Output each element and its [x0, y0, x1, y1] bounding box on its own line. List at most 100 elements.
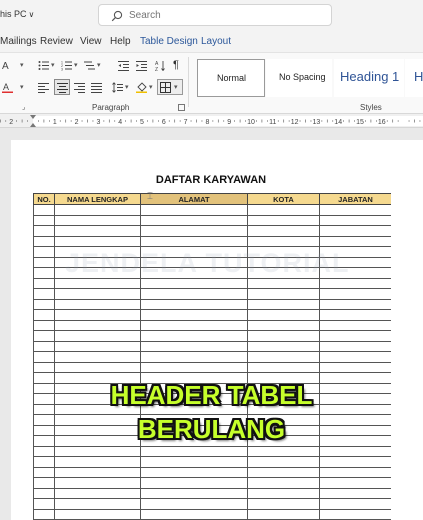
table-cell[interactable]	[319, 319, 391, 331]
table-cell[interactable]	[33, 235, 55, 247]
table-row[interactable]	[33, 225, 391, 237]
table-cell[interactable]	[319, 225, 391, 237]
tab-mailings[interactable]: Mailings	[0, 36, 37, 47]
table-cell[interactable]	[33, 498, 55, 510]
table-row[interactable]	[33, 361, 391, 373]
table-cell[interactable]	[33, 319, 55, 331]
table-cell[interactable]	[33, 277, 55, 289]
style-heading-1[interactable]: Heading 1	[334, 59, 404, 97]
table-cell[interactable]	[54, 204, 141, 216]
table-cell[interactable]	[319, 340, 391, 352]
table-cell[interactable]	[247, 298, 320, 310]
table-cell[interactable]	[247, 330, 320, 342]
table-row[interactable]	[33, 456, 391, 468]
table-cell[interactable]	[247, 361, 320, 373]
header-cell-alamat[interactable]: ALAMAT	[140, 193, 248, 205]
numbering-icon[interactable]: 1 2 3	[61, 60, 72, 71]
table-cell[interactable]	[247, 225, 320, 237]
table-cell[interactable]	[33, 456, 55, 468]
table-cell[interactable]	[247, 508, 320, 520]
table-cell[interactable]	[140, 330, 248, 342]
chevron-down-icon[interactable]: ▾	[51, 61, 55, 69]
table-cell[interactable]	[319, 277, 391, 289]
table-row[interactable]	[33, 309, 391, 321]
table-cell[interactable]	[140, 309, 248, 321]
style-normal[interactable]: Normal	[197, 59, 265, 97]
font-color-icon[interactable]: A	[2, 82, 13, 93]
table-cell[interactable]	[319, 204, 391, 216]
table-cell[interactable]	[247, 445, 320, 457]
table-cell[interactable]	[54, 288, 141, 300]
table-cell[interactable]	[140, 498, 248, 510]
table-cell[interactable]	[140, 487, 248, 499]
shading-icon[interactable]	[136, 82, 147, 93]
table-cell[interactable]	[33, 508, 55, 520]
table-row[interactable]	[33, 235, 391, 247]
table-cell[interactable]	[319, 214, 391, 226]
bullets-icon[interactable]	[38, 60, 49, 71]
table-cell[interactable]	[247, 214, 320, 226]
table-cell[interactable]	[319, 235, 391, 247]
location-dropdown[interactable]: his PC ∨	[0, 9, 34, 19]
table-header-row[interactable]: NO. NAMA LENGKAP ALAMAT KOTA JABATAN	[33, 193, 391, 205]
table-cell[interactable]	[33, 256, 55, 268]
table-cell[interactable]	[33, 298, 55, 310]
table-cell[interactable]	[247, 498, 320, 510]
search-box[interactable]	[98, 4, 332, 26]
tab-view[interactable]: View	[80, 36, 102, 47]
table-cell[interactable]	[247, 340, 320, 352]
table-cell[interactable]	[319, 477, 391, 489]
table-cell[interactable]	[319, 298, 391, 310]
table-row[interactable]	[33, 477, 391, 489]
table-cell[interactable]	[319, 361, 391, 373]
table-cell[interactable]	[247, 456, 320, 468]
chevron-down-icon[interactable]: ▾	[20, 61, 24, 69]
line-spacing-icon[interactable]	[112, 82, 123, 93]
table-cell[interactable]	[33, 340, 55, 352]
table-cell[interactable]	[319, 351, 391, 363]
table-cell[interactable]	[33, 330, 55, 342]
tab-table-design[interactable]: Table Design	[140, 36, 198, 47]
table-cell[interactable]	[54, 466, 141, 478]
table-cell[interactable]	[140, 351, 248, 363]
table-cell[interactable]	[247, 487, 320, 499]
table-cell[interactable]	[33, 477, 55, 489]
table-row[interactable]	[33, 330, 391, 342]
table-cell[interactable]	[140, 508, 248, 520]
table-cell[interactable]	[319, 508, 391, 520]
table-cell[interactable]	[33, 445, 55, 457]
table-cell[interactable]	[54, 319, 141, 331]
table-cell[interactable]	[140, 361, 248, 373]
table-row[interactable]	[33, 466, 391, 478]
table-cell[interactable]	[54, 214, 141, 226]
align-left-icon[interactable]	[38, 82, 49, 93]
table-row[interactable]	[33, 214, 391, 226]
table-cell[interactable]	[54, 351, 141, 363]
table-cell[interactable]	[140, 235, 248, 247]
table-cell[interactable]	[319, 309, 391, 321]
tab-layout[interactable]: Layout	[201, 36, 231, 47]
table-row[interactable]	[33, 340, 391, 352]
header-cell-jabatan[interactable]: JABATAN	[319, 193, 391, 205]
header-cell-no[interactable]: NO.	[33, 193, 55, 205]
table-cell[interactable]	[140, 456, 248, 468]
document-page[interactable]: DAFTAR KARYAWAN NO. NAMA LENGKAP ALAMAT …	[11, 140, 423, 520]
increase-indent-icon[interactable]	[136, 60, 147, 71]
table-cell[interactable]	[54, 508, 141, 520]
table-cell[interactable]	[247, 351, 320, 363]
table-cell[interactable]	[54, 487, 141, 499]
table-cell[interactable]	[54, 235, 141, 247]
header-cell-nama-lengkap[interactable]: NAMA LENGKAP	[54, 193, 141, 205]
table-row[interactable]	[33, 288, 391, 300]
table-cell[interactable]	[319, 456, 391, 468]
style-heading-2[interactable]: H	[405, 59, 423, 97]
show-hide-icon[interactable]: ¶	[173, 59, 179, 71]
table-cell[interactable]	[33, 214, 55, 226]
table-cell[interactable]	[54, 456, 141, 468]
table-row[interactable]	[33, 445, 391, 457]
table-cell[interactable]	[54, 225, 141, 237]
table-cell[interactable]	[140, 204, 248, 216]
table-cell[interactable]	[140, 298, 248, 310]
table-cell[interactable]	[247, 277, 320, 289]
paragraph-dialog-launcher[interactable]	[178, 104, 185, 111]
